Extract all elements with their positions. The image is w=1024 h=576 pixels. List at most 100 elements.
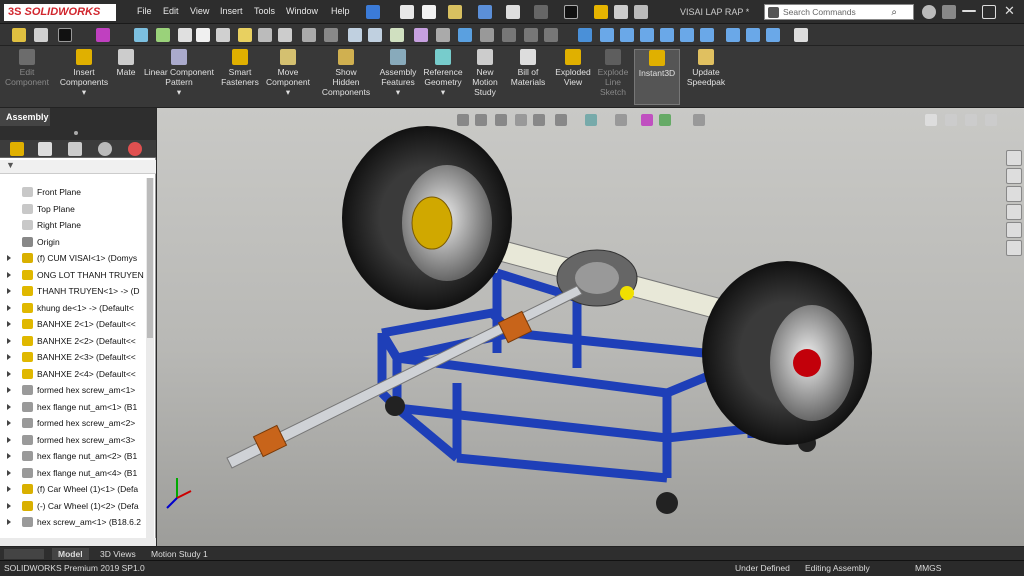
display-manager-tab-icon[interactable] (128, 142, 142, 156)
assembly-model[interactable] (157, 108, 1024, 546)
graphics-area[interactable] (157, 108, 1024, 546)
property-manager-tab-icon[interactable] (38, 142, 52, 156)
right-view-icon[interactable] (660, 28, 674, 42)
front-view-icon[interactable] (600, 28, 614, 42)
insert-components-button[interactable]: Insert Components ▾ (58, 49, 110, 97)
filter-vertices-icon[interactable] (368, 28, 382, 42)
new-motion-study-button[interactable]: New Motion Study (469, 49, 501, 97)
select-arrow-icon[interactable] (564, 5, 578, 19)
expand-arrow-icon[interactable] (7, 255, 11, 261)
edit-component-button[interactable]: Edit Component (4, 49, 50, 87)
appearance-icon[interactable] (96, 28, 110, 42)
close-icon[interactable]: ✕ (1004, 3, 1015, 19)
solidworks-resources-icon[interactable] (1006, 150, 1022, 166)
filter-dimension-icon[interactable] (502, 28, 516, 42)
linear-component-pattern-button[interactable]: Linear Component Pattern ▾ (141, 49, 217, 97)
minimize-icon[interactable] (962, 10, 976, 12)
move-component-button[interactable]: Move Component ▾ (264, 49, 312, 97)
options-gear-icon[interactable] (634, 5, 648, 19)
component-icon[interactable] (12, 28, 26, 42)
tree-item[interactable]: formed hex screw_am<3> (0, 432, 148, 448)
solidworks-logo[interactable]: 3S SOLIDWORKS (4, 4, 116, 21)
expand-arrow-icon[interactable] (7, 304, 11, 311)
standard-views-icon[interactable] (578, 28, 592, 42)
expand-arrow-icon[interactable] (7, 321, 11, 327)
menu-view[interactable]: View (190, 6, 209, 16)
expand-arrow-icon[interactable] (7, 354, 11, 360)
appearances-icon[interactable] (1006, 222, 1022, 238)
expand-arrow-icon[interactable] (7, 288, 11, 294)
tree-item[interactable]: hex flange nut_am<1> (B1 (0, 399, 148, 415)
scene-icon[interactable] (302, 28, 316, 42)
tree-item[interactable]: formed hex screw_am<1> (0, 382, 148, 398)
filter-points-icon[interactable] (458, 28, 472, 42)
units-selector[interactable]: MMGS (915, 561, 941, 576)
user-icon[interactable] (922, 5, 936, 19)
expand-arrow-icon[interactable] (7, 469, 11, 476)
tree-item[interactable]: formed hex screw_am<2> (0, 415, 148, 431)
instant3d-button[interactable]: Instant3D (634, 49, 680, 105)
save-icon[interactable] (478, 5, 492, 19)
filter-planes-icon[interactable] (414, 28, 428, 42)
previous-view-icon[interactable] (178, 28, 192, 42)
filter-faces-icon[interactable] (390, 28, 404, 42)
tree-item[interactable]: THANH TRUYEN<1> -> (D (0, 283, 148, 299)
left-view-icon[interactable] (640, 28, 654, 42)
select-icon[interactable] (58, 28, 72, 42)
undo-icon[interactable] (534, 5, 548, 19)
panel-splitter[interactable] (0, 126, 156, 140)
file-properties-icon[interactable] (614, 5, 628, 19)
tree-item[interactable]: Origin (0, 234, 148, 250)
update-speedpak-button[interactable]: Update Speedpak (684, 49, 728, 87)
bottom-view-icon[interactable] (700, 28, 714, 42)
mate-button[interactable]: Mate (113, 49, 139, 77)
pin-icon[interactable] (366, 5, 380, 19)
tab-motion-study-1[interactable]: Motion Study 1 (145, 548, 214, 560)
menu-tools[interactable]: Tools (254, 6, 275, 16)
filter-surfaces-icon[interactable] (544, 28, 558, 42)
assembly-features-button[interactable]: Assembly Features ▾ (378, 49, 418, 97)
feature-tree-tab-icon[interactable] (10, 142, 24, 156)
tree-item[interactable]: BANHXE 2<1> (Default<< (0, 316, 148, 332)
smart-fasteners-button[interactable]: Smart Fasteners (219, 49, 261, 87)
tab-3d-views[interactable]: 3D Views (94, 548, 142, 560)
view-orientation-icon[interactable] (216, 28, 230, 42)
isometric-view-icon[interactable] (726, 28, 740, 42)
back-view-icon[interactable] (620, 28, 634, 42)
expand-arrow-icon[interactable] (7, 453, 11, 459)
expand-arrow-icon[interactable] (7, 403, 11, 410)
tree-item[interactable]: ONG LOT THANH TRUYEN (0, 267, 148, 283)
filter-icon[interactable]: ▼ (0, 160, 156, 174)
home-icon[interactable] (400, 5, 414, 19)
filter-axes-icon[interactable] (436, 28, 450, 42)
configuration-manager-tab-icon[interactable] (68, 142, 82, 156)
tree-item[interactable]: hex flange nut_am<2> (B1 (0, 448, 148, 464)
menu-help[interactable]: Help (331, 6, 350, 16)
tab-model[interactable]: Model (52, 548, 89, 560)
tree-item[interactable]: BANHXE 2<3> (Default<< (0, 349, 148, 365)
zoom-area-icon[interactable] (156, 28, 170, 42)
file-explorer-icon[interactable] (1006, 186, 1022, 202)
expand-arrow-icon[interactable] (7, 387, 11, 393)
expand-arrow-icon[interactable] (7, 436, 11, 443)
expand-arrow-icon[interactable] (7, 519, 11, 525)
show-hidden-components-button[interactable]: Show Hidden Components (320, 49, 372, 97)
expand-arrow-icon[interactable] (7, 502, 11, 509)
custom-properties-icon[interactable] (1006, 240, 1022, 256)
filter-edges-icon[interactable] (348, 28, 362, 42)
search-commands-input[interactable]: Search Commands ⌕ (764, 4, 914, 20)
menu-file[interactable]: File (137, 6, 152, 16)
search-icon[interactable]: ⌕ (891, 7, 897, 18)
expand-arrow-icon[interactable] (7, 370, 11, 377)
tree-item[interactable]: (f) Car Wheel (1)<1> (Defa (0, 481, 148, 497)
exploded-view-button[interactable]: Exploded View (553, 49, 593, 87)
expand-arrow-icon[interactable] (7, 337, 11, 344)
tree-item[interactable]: Top Plane (0, 201, 148, 217)
tree-item[interactable]: hex flange nut_am<4> (B1 (0, 465, 148, 481)
expand-arrow-icon[interactable] (7, 486, 11, 492)
filter-sketch-icon[interactable] (480, 28, 494, 42)
tree-item[interactable]: khung de<1> -> (Default< (0, 300, 148, 316)
view-settings-icon[interactable] (324, 28, 338, 42)
section-view-icon[interactable] (196, 28, 210, 42)
edit-appearance-icon[interactable] (278, 28, 292, 42)
